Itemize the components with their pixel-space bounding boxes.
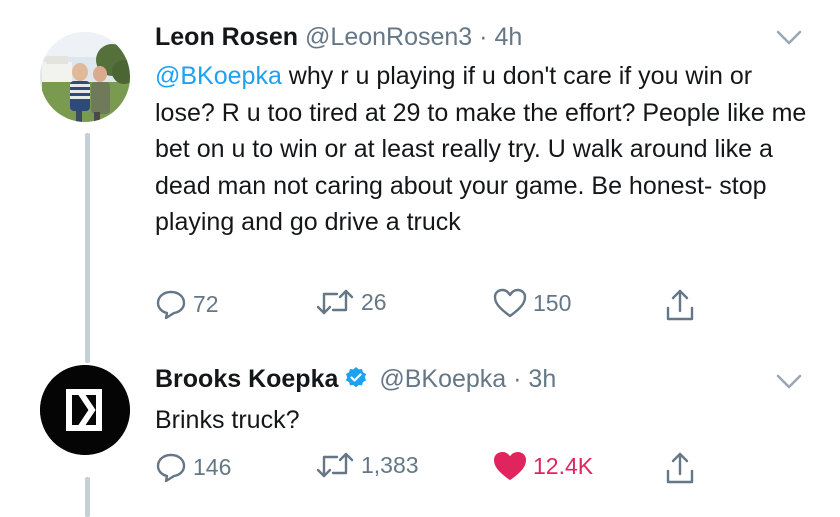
reply-button[interactable]: 146 [155, 451, 231, 483]
thread-line-bottom [85, 477, 90, 517]
like-count: 150 [533, 289, 572, 316]
retweet-count: 26 [361, 288, 387, 315]
tweet-actions: 146 1,383 12.4K [155, 451, 715, 491]
chevron-down-icon[interactable] [776, 374, 802, 395]
reply-button[interactable]: 72 [155, 288, 219, 320]
user-handle[interactable]: @LeonRosen3 [305, 23, 472, 51]
separator: · [513, 365, 522, 393]
avatar-brooks-koepka[interactable] [40, 365, 130, 455]
reply-icon [155, 288, 187, 320]
tweet-header: Leon Rosen @LeonRosen3 · 4h [155, 23, 522, 52]
retweet-icon [315, 288, 355, 316]
share-button[interactable] [665, 451, 695, 485]
like-button[interactable]: 150 [493, 288, 571, 318]
retweet-button[interactable]: 1,383 [315, 451, 419, 479]
tweet-text: Brinks truck? [155, 406, 300, 434]
retweet-button[interactable]: 26 [315, 288, 387, 316]
reply-count: 72 [193, 290, 219, 317]
retweet-icon [315, 451, 355, 479]
timestamp[interactable]: 3h [528, 365, 556, 393]
share-icon [665, 288, 695, 322]
share-button[interactable] [665, 288, 695, 322]
share-icon [665, 451, 695, 485]
tweet-leon-rosen[interactable]: Leon Rosen @LeonRosen3 · 4h @BKoepka why… [0, 0, 840, 363]
display-name[interactable]: Leon Rosen [155, 23, 298, 51]
tweet-brooks-koepka[interactable]: Brooks Koepka @BKoepka · 3h Brinks truck… [0, 360, 840, 517]
retweet-count: 1,383 [361, 451, 419, 478]
like-count: 12.4K [533, 452, 594, 479]
tweet-header: Brooks Koepka @BKoepka · 3h [155, 365, 556, 397]
mention-link[interactable]: @BKoepka [155, 62, 282, 90]
heart-icon [493, 451, 527, 481]
thread-line [85, 133, 90, 363]
avatar-photo [40, 32, 130, 122]
chevron-down-icon[interactable] [776, 30, 802, 51]
reply-count: 146 [193, 453, 232, 480]
tweet-actions: 72 26 150 [155, 288, 715, 328]
timestamp[interactable]: 4h [494, 23, 522, 51]
like-button[interactable]: 12.4K [493, 451, 593, 481]
verified-badge-icon [344, 366, 368, 397]
separator: · [479, 23, 488, 51]
reply-icon [155, 451, 187, 483]
avatar-leon-rosen[interactable] [40, 32, 130, 122]
heart-icon [493, 288, 527, 318]
user-handle[interactable]: @BKoepka [379, 365, 506, 393]
kb-logo-icon [40, 365, 130, 455]
tweet-text: @BKoepka why r u playing if u don't care… [155, 58, 815, 241]
display-name[interactable]: Brooks Koepka [155, 365, 338, 393]
